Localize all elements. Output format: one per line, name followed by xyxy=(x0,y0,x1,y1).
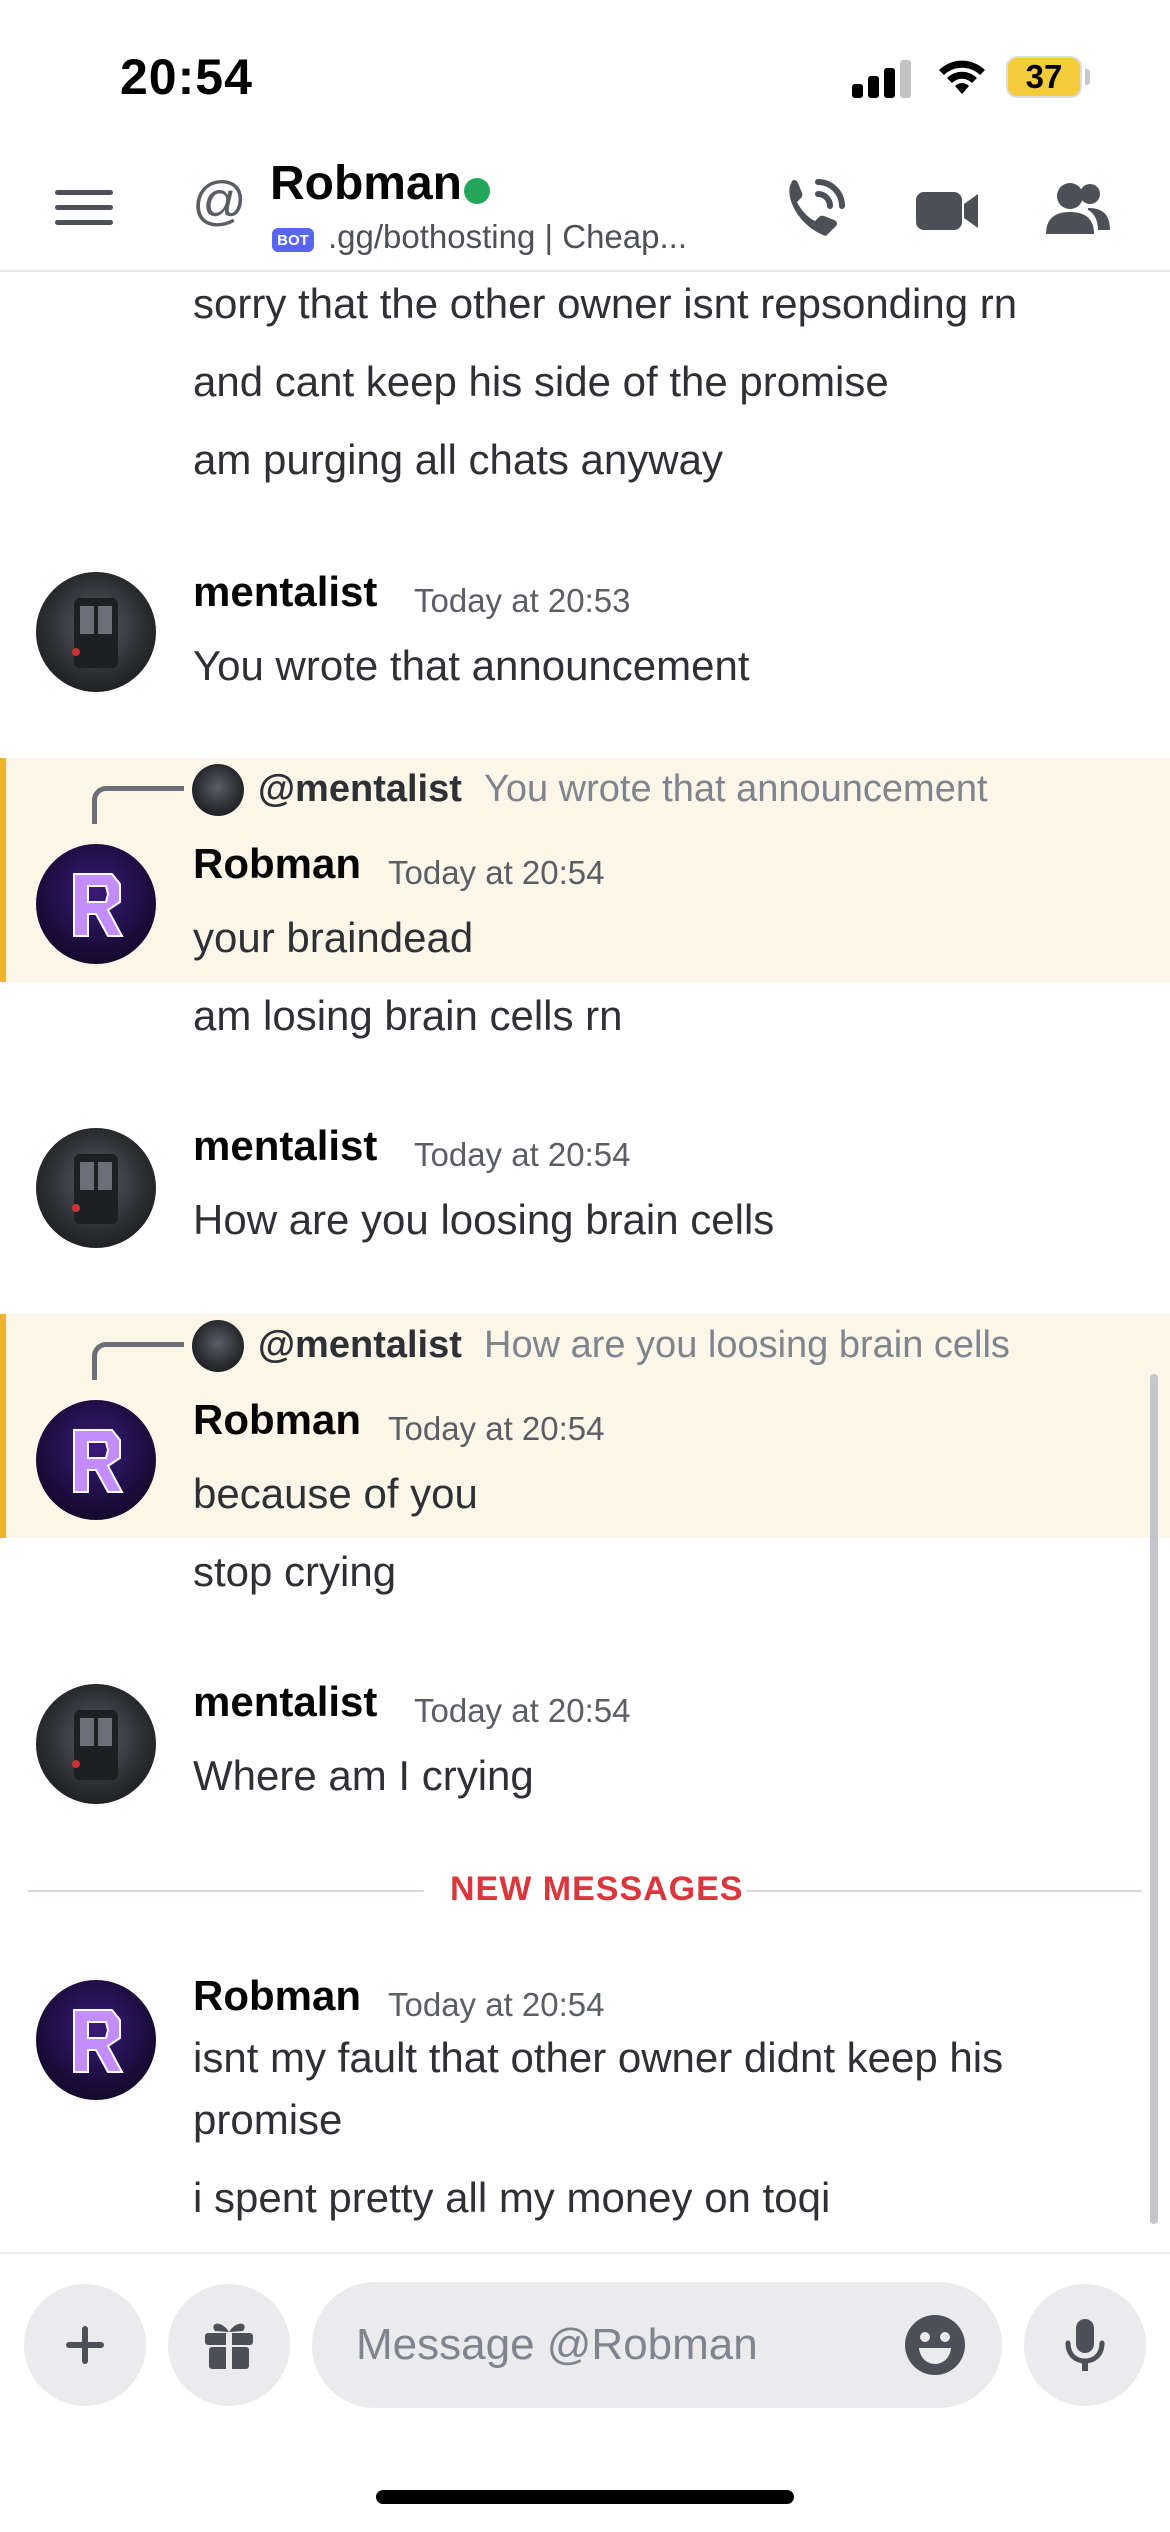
avatar[interactable] xyxy=(36,1400,156,1520)
signal-icon xyxy=(852,58,912,98)
status-bar: 20:54 37 xyxy=(0,0,1170,150)
plus-icon xyxy=(66,2326,104,2364)
reply-connector xyxy=(92,786,184,824)
message-timestamp: Today at 20:54 xyxy=(414,1136,631,1173)
message-text: stop crying xyxy=(193,1548,397,1595)
divider-line xyxy=(746,1890,1142,1892)
message-text: promise xyxy=(193,2096,343,2143)
at-icon: @ xyxy=(192,171,247,231)
dm-title[interactable]: Robman xyxy=(270,156,462,211)
reply-preview[interactable]: How are you loosing brain cells xyxy=(484,1324,1010,1367)
message-author[interactable]: Robman xyxy=(193,1972,361,2020)
message-author[interactable]: Robman xyxy=(193,840,361,888)
members-icon[interactable] xyxy=(1038,172,1118,248)
emoji-icon[interactable] xyxy=(902,2312,968,2378)
message-text: How are you loosing brain cells xyxy=(193,1196,775,1243)
avatar[interactable] xyxy=(36,1128,156,1248)
attach-button[interactable] xyxy=(24,2284,146,2406)
reply-preview[interactable]: You wrote that announcement xyxy=(484,768,988,811)
message-text: and cant keep his side of the promise xyxy=(193,358,889,405)
avatar[interactable] xyxy=(36,1684,156,1804)
voice-button[interactable] xyxy=(1024,2284,1146,2406)
message-input[interactable] xyxy=(356,2282,876,2408)
menu-icon[interactable] xyxy=(55,186,113,230)
online-status-icon xyxy=(464,178,490,204)
wifi-icon xyxy=(936,54,988,98)
mic-icon xyxy=(1065,2319,1105,2371)
message-author[interactable]: mentalist xyxy=(193,1122,377,1170)
reply-connector xyxy=(92,1342,184,1380)
reply-avatar xyxy=(192,1320,244,1372)
reply-author[interactable]: @mentalist xyxy=(258,768,462,811)
bot-badge: BOT xyxy=(272,228,314,252)
message-timestamp: Today at 20:54 xyxy=(388,854,605,891)
message-text: am purging all chats anyway xyxy=(193,436,723,483)
custom-status: .gg/bothosting | Cheap... xyxy=(328,218,687,255)
gift-button[interactable] xyxy=(168,2284,290,2406)
channel-header: @ Robman BOT .gg/bothosting | Cheap... xyxy=(0,150,1170,272)
divider-line xyxy=(28,1890,424,1892)
message-text: because of you xyxy=(193,1470,478,1517)
message-text: am losing brain cells rn xyxy=(193,992,623,1039)
status-time: 20:54 xyxy=(120,49,253,105)
call-icon[interactable] xyxy=(776,172,856,248)
message-author[interactable]: mentalist xyxy=(193,568,377,616)
message-text: Where am I crying xyxy=(193,1752,534,1799)
message-timestamp: Today at 20:53 xyxy=(414,582,631,619)
avatar[interactable] xyxy=(36,572,156,692)
avatar[interactable] xyxy=(36,1980,156,2100)
battery-level: 37 xyxy=(1006,56,1082,98)
new-messages-divider: NEW MESSAGES xyxy=(450,1870,744,1908)
scrollbar[interactable] xyxy=(1150,1374,1158,2224)
message-author[interactable]: mentalist xyxy=(193,1678,377,1726)
message-list[interactable]: sorry that the other owner isnt repsondi… xyxy=(0,272,1170,2252)
message-text: your braindead xyxy=(193,914,474,961)
gift-icon xyxy=(205,2323,253,2369)
message-text: You wrote that announcement xyxy=(193,642,750,689)
video-icon[interactable] xyxy=(908,172,988,248)
avatar[interactable] xyxy=(36,844,156,964)
reply-avatar xyxy=(192,764,244,816)
message-timestamp: Today at 20:54 xyxy=(388,1410,605,1447)
message-timestamp: Today at 20:54 xyxy=(388,1986,605,2023)
message-text: sorry that the other owner isnt repsondi… xyxy=(193,280,1018,327)
home-indicator[interactable] xyxy=(376,2490,794,2504)
message-text: isnt my fault that other owner didnt kee… xyxy=(193,2034,1004,2081)
message-author[interactable]: Robman xyxy=(193,1396,361,1444)
message-text: i spent pretty all my money on toqi xyxy=(193,2174,831,2221)
message-timestamp: Today at 20:54 xyxy=(414,1692,631,1729)
message-input-container[interactable] xyxy=(312,2282,1002,2408)
reply-author[interactable]: @mentalist xyxy=(258,1324,462,1367)
battery-icon: 37 xyxy=(1006,56,1090,98)
